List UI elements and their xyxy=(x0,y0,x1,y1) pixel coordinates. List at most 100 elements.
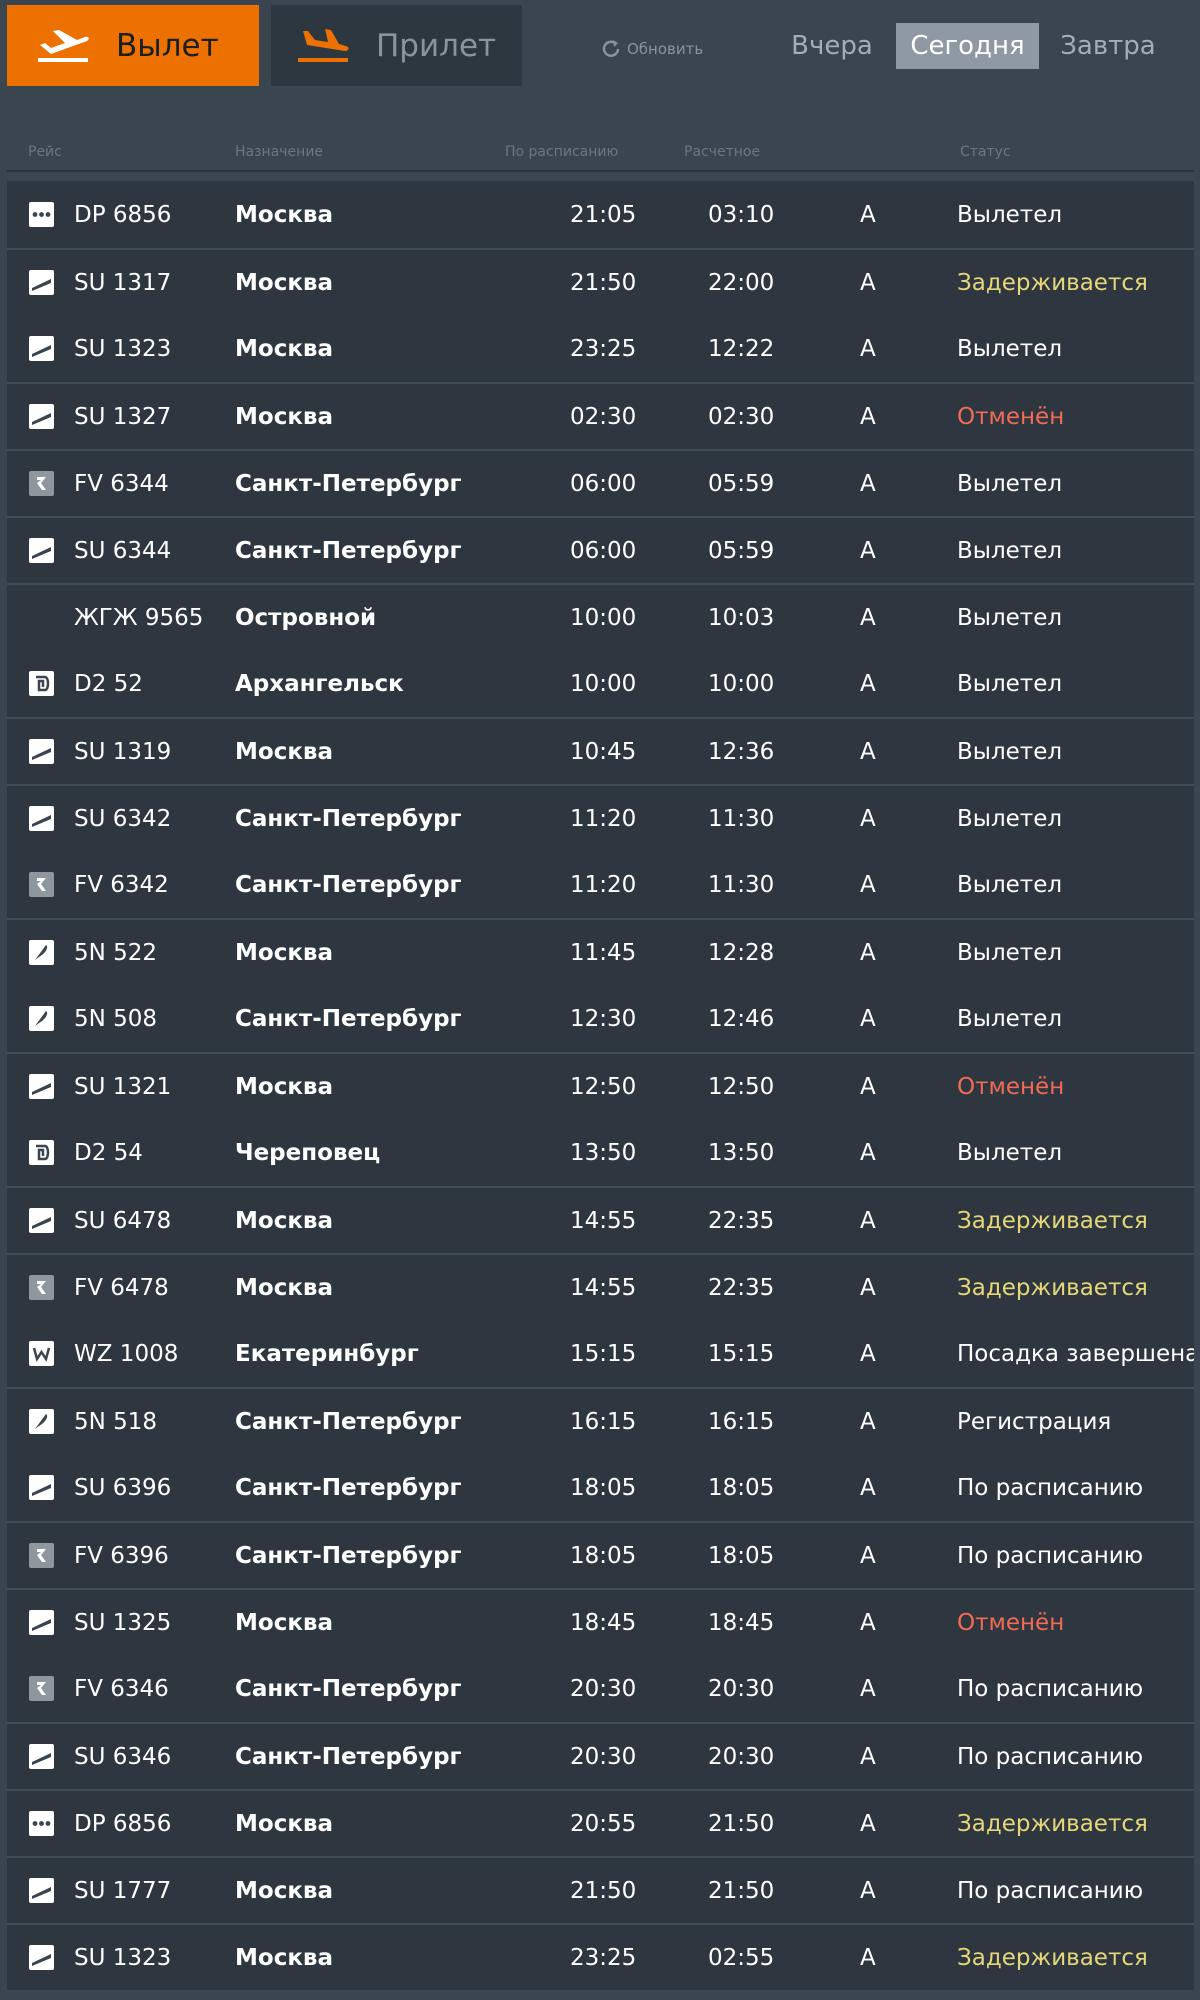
flight-status: Вылетел xyxy=(957,939,1063,966)
destination: Москва xyxy=(235,269,334,296)
tab-departure[interactable]: Вылет xyxy=(7,5,259,86)
flight-status: По расписанию xyxy=(957,1877,1144,1904)
flight-number: FV 6342 xyxy=(74,871,169,898)
destination: Москва xyxy=(235,1274,334,1301)
flight-status: По расписанию xyxy=(957,1474,1144,1501)
table-row[interactable]: SU 6478 Москва 14:55 22:35 A Задерживается xyxy=(7,1186,1194,1253)
tab-arrival[interactable]: Прилет xyxy=(271,5,522,86)
scheduled-time: 21:05 xyxy=(570,201,637,228)
table-row[interactable]: SU 1325 Москва 18:45 18:45 A Отменён xyxy=(7,1588,1194,1655)
table-row[interactable]: FV 6346 Санкт-Петербург 20:30 20:30 A По расп… xyxy=(7,1655,1194,1722)
destination: Москва xyxy=(235,1207,334,1234)
table-row[interactable]: SU 6344 Санкт-Петербург 06:00 05:59 A Вылетел xyxy=(7,516,1194,583)
destination: Москва xyxy=(235,1073,334,1100)
table-row[interactable]: FV 6478 Москва 14:55 22:35 A Задерживается xyxy=(7,1253,1194,1320)
terminal: A xyxy=(860,805,876,832)
scheduled-time: 10:45 xyxy=(570,738,637,765)
scheduled-time: 21:50 xyxy=(570,1877,637,1904)
destination: Москва xyxy=(235,335,334,362)
plane-arrival-icon xyxy=(295,27,351,65)
table-row[interactable]: FV 6342 Санкт-Петербург 11:20 11:30 A Вылетел xyxy=(7,851,1194,918)
terminal: A xyxy=(860,1743,876,1770)
flight-status: Вылетел xyxy=(957,1005,1063,1032)
table-row[interactable]: WZ 1008 Екатеринбург 15:15 15:15 A Посадка за… xyxy=(7,1320,1194,1387)
flight-status: По расписанию xyxy=(957,1743,1144,1770)
flight-number: D2 52 xyxy=(74,670,143,697)
day-yesterday[interactable]: Вчера xyxy=(782,23,882,69)
estimated-time: 03:10 xyxy=(708,201,775,228)
table-row[interactable]: 5N 522 Москва 11:45 12:28 A Вылетел xyxy=(7,918,1194,985)
table-row[interactable]: SU 1317 Москва 21:50 22:00 A Задерживается xyxy=(7,248,1194,315)
destination: Санкт-Петербург xyxy=(235,537,462,564)
refresh-button[interactable]: Обновить xyxy=(600,33,703,65)
terminal: A xyxy=(860,537,876,564)
destination: Санкт-Петербург xyxy=(235,1542,462,1569)
destination: Санкт-Петербург xyxy=(235,470,462,497)
flight-number: FV 6344 xyxy=(74,470,169,497)
refresh-label: Обновить xyxy=(627,40,704,58)
flight-number: SU 6344 xyxy=(74,537,172,564)
flight-status: Вылетел xyxy=(957,201,1063,228)
table-row[interactable]: 5N 518 Санкт-Петербург 16:15 16:15 A Регистра… xyxy=(7,1387,1194,1454)
table-row[interactable]: D2 52 Архангельск 10:00 10:00 A Вылетел xyxy=(7,650,1194,717)
destination: Москва xyxy=(235,201,334,228)
table-row[interactable]: SU 1323 Москва 23:25 02:55 A Задерживается xyxy=(7,1923,1194,1990)
table-row[interactable]: 5N 508 Санкт-Петербург 12:30 12:46 A Вылетел xyxy=(7,985,1194,1052)
table-row[interactable]: SU 6396 Санкт-Петербург 18:05 18:05 A По расп… xyxy=(7,1454,1194,1521)
destination: Москва xyxy=(235,1810,334,1837)
plane-departure-icon xyxy=(35,27,91,65)
table-row[interactable]: D2 54 Череповец 13:50 13:50 A Вылетел xyxy=(7,1119,1194,1186)
flight-status: Задерживается xyxy=(957,1274,1148,1301)
table-row[interactable]: ЖГЖ 9565 Островной 10:00 10:03 A Вылетел xyxy=(7,583,1194,650)
scheduled-time: 20:30 xyxy=(570,1675,637,1702)
table-row[interactable]: SU 1327 Москва 02:30 02:30 A Отменён xyxy=(7,382,1194,449)
flight-number: DP 6856 xyxy=(74,1810,172,1837)
flight-number: SU 6396 xyxy=(74,1474,172,1501)
flight-number: FV 6478 xyxy=(74,1274,169,1301)
scheduled-time: 12:30 xyxy=(570,1005,637,1032)
airline-logo-icon xyxy=(29,650,54,717)
table-row[interactable]: DP 6856 Москва 21:05 03:10 A Вылетел xyxy=(7,181,1194,248)
flight-status: Задерживается xyxy=(957,1810,1148,1837)
terminal: A xyxy=(860,335,876,362)
day-tomorrow[interactable]: Завтра xyxy=(1052,23,1164,69)
table-row[interactable]: SU 1777 Москва 21:50 21:50 A По расписанию xyxy=(7,1856,1194,1923)
terminal: A xyxy=(860,604,876,631)
terminal: A xyxy=(860,1207,876,1234)
terminal: A xyxy=(860,1609,876,1636)
table-row[interactable]: SU 1319 Москва 10:45 12:36 A Вылетел xyxy=(7,717,1194,784)
airline-logo-icon xyxy=(29,719,54,784)
terminal: A xyxy=(860,939,876,966)
estimated-time: 02:30 xyxy=(708,403,775,430)
flight-number: SU 1321 xyxy=(74,1073,172,1100)
estimated-time: 21:50 xyxy=(708,1877,775,1904)
flight-number: DP 6856 xyxy=(74,201,172,228)
estimated-time: 11:30 xyxy=(708,805,775,832)
terminal: A xyxy=(860,1675,876,1702)
flight-status: Отменён xyxy=(957,1073,1065,1100)
table-row[interactable]: SU 1323 Москва 23:25 12:22 A Вылетел xyxy=(7,315,1194,382)
scheduled-time: 18:05 xyxy=(570,1474,637,1501)
flight-status: Вылетел xyxy=(957,604,1063,631)
estimated-time: 20:30 xyxy=(708,1743,775,1770)
scheduled-time: 10:00 xyxy=(570,670,637,697)
table-row[interactable]: FV 6344 Санкт-Петербург 06:00 05:59 A Вылетел xyxy=(7,449,1194,516)
airline-logo-icon xyxy=(29,851,54,918)
airline-logo-icon xyxy=(29,1523,54,1588)
destination: Москва xyxy=(235,1944,334,1971)
destination: Архангельск xyxy=(235,670,404,697)
table-row[interactable]: SU 6342 Санкт-Петербург 11:20 11:30 A Вылетел xyxy=(7,784,1194,851)
terminal: A xyxy=(860,1474,876,1501)
table-row[interactable]: SU 1321 Москва 12:50 12:50 A Отменён xyxy=(7,1052,1194,1119)
day-today[interactable]: Сегодня xyxy=(896,23,1039,69)
airline-logo-icon xyxy=(29,1724,54,1789)
terminal: A xyxy=(860,670,876,697)
table-row[interactable]: FV 6396 Санкт-Петербург 18:05 18:05 A По расп… xyxy=(7,1521,1194,1588)
airline-logo-icon xyxy=(29,985,54,1052)
flight-number: 5N 508 xyxy=(74,1005,158,1032)
airline-logo-icon xyxy=(29,1255,54,1320)
terminal: A xyxy=(860,1073,876,1100)
table-row[interactable]: SU 6346 Санкт-Петербург 20:30 20:30 A По расп… xyxy=(7,1722,1194,1789)
flight-status: По расписанию xyxy=(957,1542,1144,1569)
table-row[interactable]: DP 6856 Москва 20:55 21:50 A Задерживается xyxy=(7,1789,1194,1856)
